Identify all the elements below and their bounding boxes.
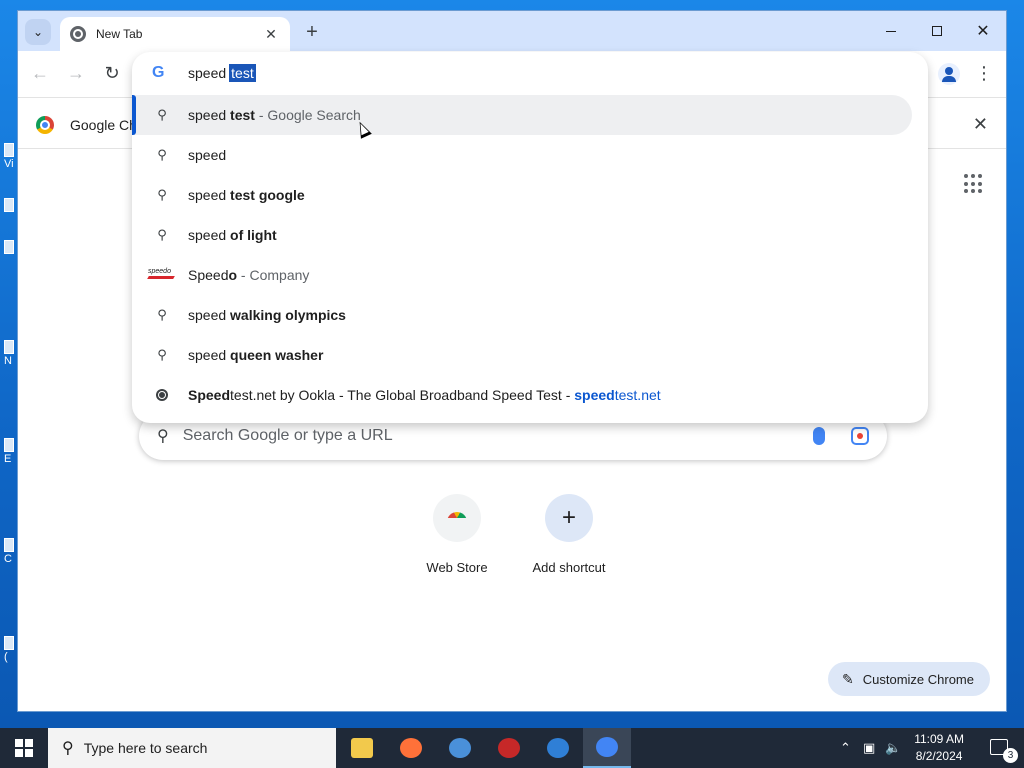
maximize-icon [932,26,942,36]
tab-new-tab[interactable]: New Tab ✕ [60,17,290,51]
omnibox-typed-text: speed [188,65,227,81]
suggestion-text: speed of light [188,227,277,243]
start-button[interactable] [0,728,48,768]
suggestion-text: speed queen washer [188,347,324,363]
app-blue-icon [547,738,569,758]
chevron-down-icon: ⌄ [32,25,44,39]
globe-icon [156,389,168,401]
tab-title: New Tab [96,27,143,41]
plus-icon: + [561,504,576,531]
maximize-button[interactable] [914,11,960,51]
search-icon: ⚲ [157,147,167,162]
google-lens-icon[interactable] [851,427,869,445]
chrome-logo-icon [36,116,54,134]
google-apps-button[interactable] [964,174,984,194]
profile-button[interactable] [938,63,960,85]
taskbar: ⚲ Type here to search ⌃ ▣ 🔈 11:09 AM 8/2… [0,728,1024,768]
search-icon: ⚲ [157,307,167,322]
desktop-icon[interactable]: Vi [4,143,18,171]
taskbar-app-firefox[interactable] [387,728,435,768]
google-g-icon: G [152,64,165,81]
suggestion-text: Speedtest.net by Ookla - The Global Broa… [188,387,661,403]
taskbar-search-placeholder: Type here to search [83,740,208,756]
chromium-icon [449,738,471,758]
chrome-icon [596,737,618,757]
app-red-icon [498,738,520,758]
shortcut-label: Add shortcut [532,560,606,575]
omnibox-suggestion[interactable]: ⚲ speed of light [132,215,912,255]
desktop-icon[interactable]: E [4,438,18,466]
back-button[interactable]: ← [28,62,52,86]
close-window-button[interactable]: ✕ [960,11,1006,51]
firefox-icon [400,738,422,758]
taskbar-search[interactable]: ⚲ Type here to search [48,728,336,768]
menu-button[interactable]: ⋮ [974,63,994,85]
omnibox-suggestion[interactable]: ⚲ speed [132,135,912,175]
network-icon[interactable]: ▣ [863,740,875,756]
taskbar-app-chrome[interactable] [583,728,631,768]
new-tab-button[interactable]: + [300,21,324,45]
microphone-icon[interactable] [813,427,825,445]
forward-button[interactable]: → [64,62,88,86]
desktop-icon[interactable]: C [4,538,18,566]
speedo-logo: speedo [148,268,176,282]
close-icon: ✕ [976,23,990,40]
search-icon: ⚲ [157,428,169,445]
taskbar-app-file-explorer[interactable] [338,728,386,768]
infobar-text: Google Ch [70,117,137,133]
minimize-button[interactable] [868,11,914,51]
volume-muted-icon[interactable]: 🔈 [885,740,901,756]
clock-time: 11:09 AM [914,732,964,746]
suggestion-text: speed test google [188,187,305,203]
search-icon: ⚲ [62,740,74,757]
taskbar-app-app-red[interactable] [485,728,533,768]
tab-search-button[interactable]: ⌄ [25,19,51,45]
omnibox-suggestion[interactable]: ⚲ speed walking olympics [132,295,912,335]
omnibox-suggestion[interactable]: speedo Speedo - Company [132,255,912,295]
desktop-icon[interactable] [4,198,18,226]
shortcut-web-store[interactable]: Web Store [402,494,512,575]
notification-count: 3 [1003,748,1018,763]
search-icon: ⚲ [157,227,167,242]
search-icon: ⚲ [157,187,167,202]
taskbar-app-app-blue[interactable] [534,728,582,768]
webstore-icon [447,512,467,524]
desktop-icon[interactable]: N [4,340,18,368]
omnibox-suggestion[interactable]: Speedtest.net by Ookla - The Global Broa… [132,375,912,415]
customize-chrome-button[interactable]: ✎ Customize Chrome [828,662,990,696]
desktop-icon[interactable] [4,240,18,268]
infobar-close-button[interactable]: ✕ [973,114,988,135]
taskbar-app-chromium[interactable] [436,728,484,768]
omnibox-autocomplete-selection: test [229,64,256,82]
omnibox-dropdown: G speed test ⚲ speed test - Google Search… [132,52,928,423]
omnibox-suggestion[interactable]: ⚲ speed queen washer [132,335,912,375]
chrome-icon [70,26,86,42]
omnibox-suggestion[interactable]: ⚲ speed test google [132,175,912,215]
shortcut-label: Web Store [426,560,488,575]
minimize-icon [886,30,896,32]
suggestion-text: Speedo - Company [188,267,310,283]
desktop-icon[interactable]: ( [4,636,18,664]
suggestion-text: speed walking olympics [188,307,346,323]
search-icon: ⚲ [157,347,167,362]
shortcut-add[interactable]: + Add shortcut [514,494,624,575]
pencil-icon: ✎ [842,670,854,687]
chevron-up-icon[interactable]: ⌃ [840,740,851,756]
suggestion-text: speed test - Google Search [188,107,361,123]
clock-date: 8/2/2024 [915,749,963,763]
clock[interactable]: 11:09 AM 8/2/2024 [914,731,964,765]
close-tab-icon[interactable]: ✕ [262,26,280,43]
suggestion-text: speed [188,147,227,163]
ntp-search-placeholder: Search Google or type a URL [182,427,393,444]
reload-button[interactable]: ↻ [100,62,124,86]
search-icon: ⚲ [157,107,167,122]
omnibox-suggestion[interactable]: ⚲ speed test - Google Search [132,95,912,135]
omnibox-input[interactable]: G speed test [132,52,928,94]
customize-chrome-label: Customize Chrome [862,671,974,687]
tab-strip: ⌄ New Tab ✕ + ✕ [18,11,1006,51]
file-explorer-icon [351,738,373,758]
